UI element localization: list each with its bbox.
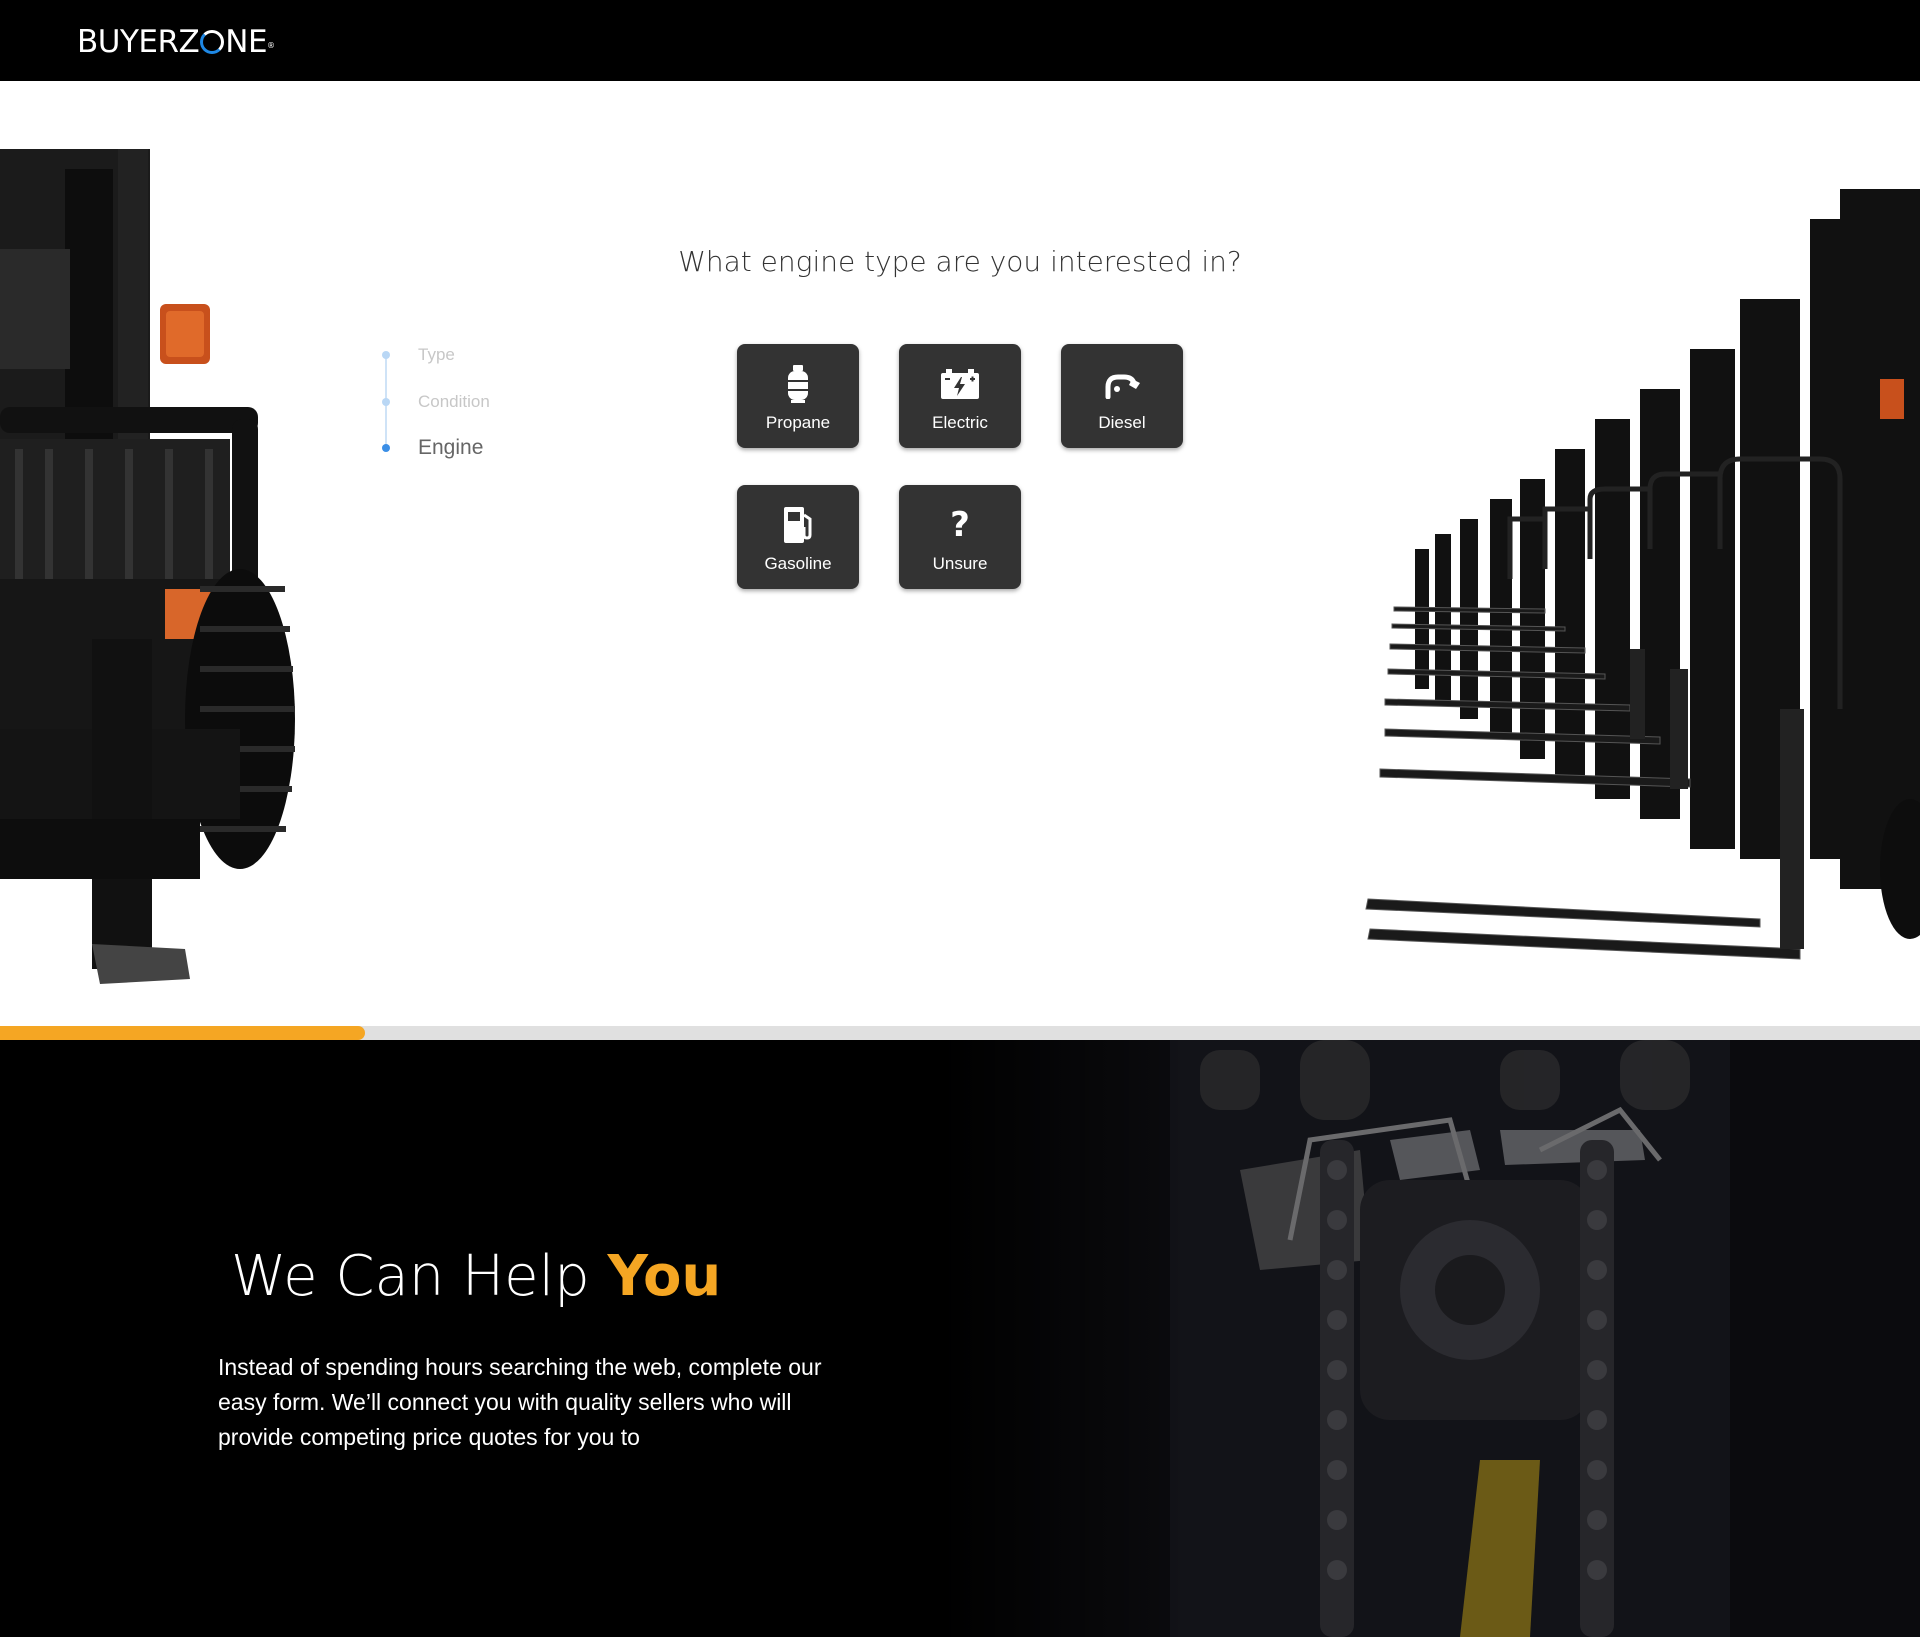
site-header: BUYERZ NE® (0, 0, 1920, 81)
forklift-chain-image (940, 1040, 1920, 1637)
help-section: We Can Help You Instead of spending hour… (0, 1040, 1920, 1637)
forklift-row-image (1365, 189, 1920, 960)
battery-icon (941, 369, 979, 399)
help-description: Instead of spending hours searching the … (218, 1354, 822, 1450)
step-label: Engine (418, 436, 484, 459)
option-electric[interactable]: Electric (899, 344, 1021, 448)
option-label: Gasoline (764, 554, 832, 573)
option-label: Unsure (932, 554, 988, 573)
option-diesel[interactable]: Diesel (1061, 344, 1183, 448)
logo-text-end: NE (225, 24, 268, 60)
step-dot (382, 398, 390, 406)
step-label: Condition (418, 392, 490, 411)
progress-bar (0, 1026, 1920, 1040)
option-gasoline[interactable]: Gasoline (737, 485, 859, 589)
option-label: Diesel (1098, 413, 1146, 432)
help-heading-accent: You (607, 1244, 722, 1309)
question-heading: What engine type are you interested in? (678, 245, 1242, 278)
step-dot-active (382, 444, 390, 452)
question-mark-icon: ? (950, 505, 970, 545)
engine-options: Propane Electric Diesel Gasoline ? Unsur… (737, 344, 1187, 594)
step-dot (382, 351, 390, 359)
help-heading-plain: We Can Help (231, 1244, 590, 1309)
option-label: Electric (932, 413, 988, 432)
progress-steps: Type Condition Engine (376, 343, 536, 463)
fuel-nozzle-icon (1105, 374, 1140, 399)
step-label: Type (418, 345, 455, 364)
option-label: Propane (765, 413, 831, 432)
progress-bar-fill (0, 1026, 365, 1040)
quiz-section: What engine type are you interested in? … (0, 81, 1920, 1026)
forklift-left-image (0, 149, 295, 984)
option-propane[interactable]: Propane (737, 344, 859, 448)
propane-tank-icon (788, 365, 808, 403)
buyerzone-logo[interactable]: BUYERZ NE® (77, 22, 275, 62)
logo-text-start: BUYERZ (77, 24, 200, 60)
option-unsure[interactable]: ? Unsure (899, 485, 1021, 589)
logo-registered-mark: ® (267, 41, 275, 50)
help-heading: We Can Help You (231, 1244, 721, 1309)
gas-pump-icon (784, 507, 812, 543)
logo-o-ring-icon (200, 30, 225, 54)
